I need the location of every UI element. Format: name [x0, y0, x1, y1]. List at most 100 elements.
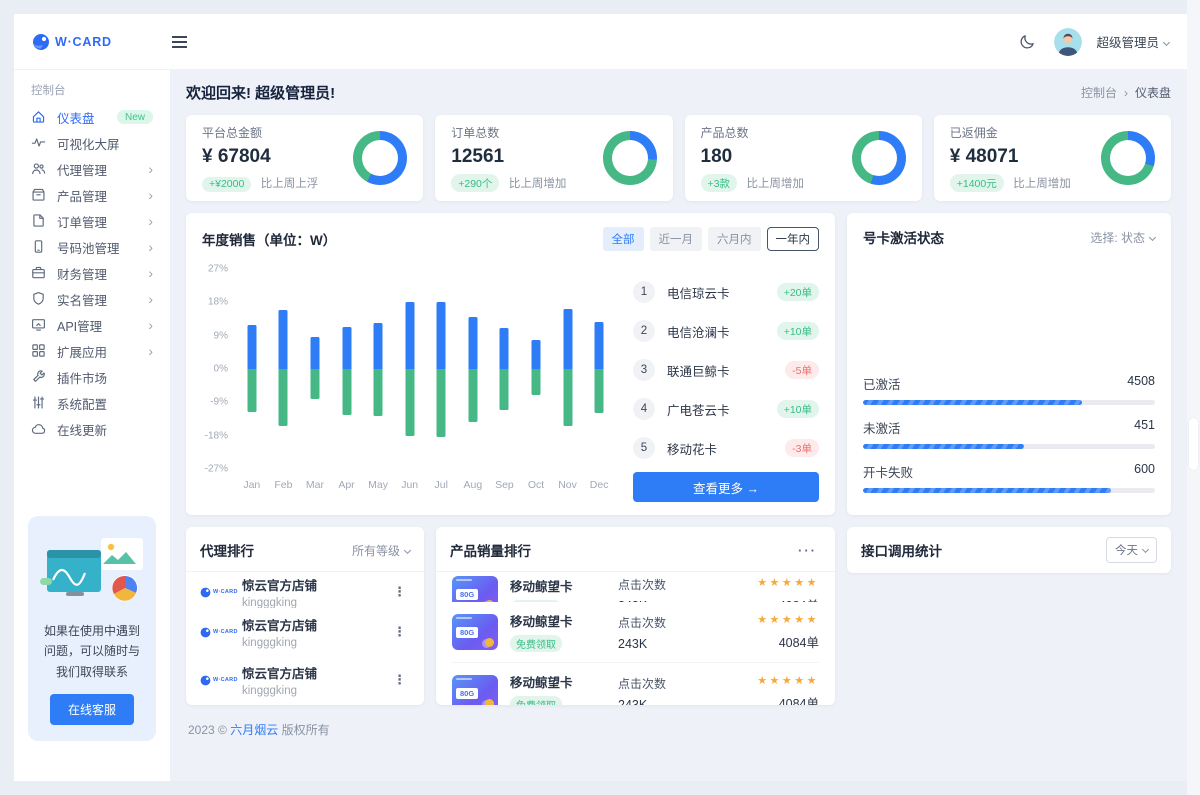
agent-level-dropdown[interactable]: 所有等级 [352, 542, 410, 559]
stat-title: 订单总数 [451, 124, 566, 141]
progress-bar [863, 488, 1155, 493]
status-filter-dropdown[interactable]: 选择: 状态 [1090, 229, 1155, 246]
users-icon [31, 161, 47, 177]
stat-description: 比上周增加 [1013, 178, 1071, 190]
agent-logo-icon [200, 675, 211, 686]
bar-group-May [362, 269, 394, 469]
breadcrumb-item-console[interactable]: 控制台 [1081, 86, 1117, 100]
range-tab[interactable]: 全部 [603, 227, 644, 251]
product-sales-card: 产品销量排行 ··· 80G 移动鲸望卡 免费领取 点击次数 [436, 527, 835, 705]
sidebar-item[interactable]: API管理 › [18, 312, 166, 338]
agent-logo-text: W·CARD [213, 589, 238, 595]
api-range-dropdown[interactable]: 今天 [1106, 537, 1157, 563]
stat-title: 平台总金额 [202, 124, 318, 141]
product-free-badge: 免费领取 [510, 696, 562, 705]
stat-value: 180 [701, 146, 804, 168]
home-icon [31, 109, 47, 125]
sidebar-item[interactable]: 仪表盘 New [18, 104, 166, 130]
stat-description: 比上周上浮 [261, 178, 319, 190]
online-support-button[interactable]: 在线客服 [50, 694, 134, 725]
chevron-right-icon: › [148, 240, 153, 254]
trend-badge: +10单 [777, 400, 819, 418]
rank-card-name: 电信沧澜卡 [667, 322, 777, 341]
activation-label: 已激活 [863, 374, 901, 393]
sidebar-item[interactable]: 系统配置 [18, 390, 166, 416]
bar-group-Apr [331, 269, 363, 469]
file-icon [31, 213, 47, 229]
stat-title: 已返佣金 [950, 124, 1071, 141]
ellipsis-icon[interactable]: ··· [794, 543, 821, 558]
bar-group-Aug [457, 269, 489, 469]
sidebar-item[interactable]: 号码池管理 › [18, 234, 166, 260]
sidebar-item[interactable]: 插件市场 [18, 364, 166, 390]
chevron-down-icon [1142, 546, 1149, 553]
agent-ranking-title: 代理排行 [200, 540, 254, 560]
more-options-icon[interactable]: ⋮ [389, 672, 410, 688]
activation-label: 开卡失败 [863, 462, 913, 481]
activation-value: 4508 [1127, 374, 1155, 393]
new-badge: New [117, 110, 153, 124]
stat-description: 比上周增加 [509, 178, 567, 190]
more-options-icon[interactable]: ⋮ [389, 624, 410, 640]
progress-bar [863, 444, 1155, 449]
sidebar-item[interactable]: 扩展应用 › [18, 338, 166, 364]
clicks-value: 243K [618, 599, 727, 602]
sidebar: 控制台 仪表盘 New 可视化大屏 代理管理 › [14, 70, 170, 781]
user-menu[interactable]: 超级管理员 [1096, 32, 1169, 51]
range-tab[interactable]: 一年内 [767, 227, 820, 251]
sidebar-item-label: 代理管理 [57, 160, 148, 179]
product-thumbnail: 80G [452, 614, 498, 650]
bar-group-Sep [489, 269, 521, 469]
stats-row: 平台总金额 ¥ 67804 +¥2000 比上周上浮 订单总数 12561 +2… [186, 115, 1171, 201]
sidebar-nav: 仪表盘 New 可视化大屏 代理管理 › 产品管理 [14, 104, 170, 442]
app-frame: W·CARD 超级管理员 控制台 [0, 0, 1200, 795]
sidebar-item[interactable]: 代理管理 › [18, 156, 166, 182]
sidebar-item-label: 财务管理 [57, 264, 148, 283]
sidebar-item[interactable]: 财务管理 › [18, 260, 166, 286]
bar-group-Oct [520, 269, 552, 469]
stat-description: 比上周增加 [746, 178, 804, 190]
sidebar-item-label: 号码池管理 [57, 238, 148, 257]
chart-plot-area [236, 269, 615, 469]
moon-icon [1019, 33, 1036, 50]
product-name: 移动鲸望卡 [510, 611, 618, 630]
scrollbar-thumb[interactable] [1189, 418, 1198, 470]
product-name: 移动鲸望卡 [510, 672, 618, 691]
agent-logo-icon [200, 587, 211, 598]
user-avatar[interactable] [1054, 28, 1082, 56]
product-free-badge: 免费领取 [510, 600, 562, 602]
stat-value: 12561 [451, 146, 566, 168]
sidebar-item[interactable]: 可视化大屏 [18, 130, 166, 156]
sidebar-item[interactable]: 在线更新 [18, 416, 166, 442]
stat-title: 产品总数 [701, 124, 804, 141]
box-icon [31, 187, 47, 203]
more-options-icon[interactable]: ⋮ [389, 584, 410, 600]
range-tab[interactable]: 近一月 [650, 227, 703, 251]
agent-logo: W·CARD [200, 627, 242, 638]
sidebar-item-label: 实名管理 [57, 290, 148, 309]
card-rank-item: 2 电信沧澜卡 +10单 [633, 316, 819, 346]
support-illustration [38, 534, 150, 606]
annual-sales-bar-chart: 27%18%9%0%-9%-18%-27% JanFebMarAprMayJun… [202, 269, 615, 502]
rank-number: 2 [633, 320, 655, 342]
sidebar-item[interactable]: 订单管理 › [18, 208, 166, 234]
activation-row: 已激活 4508 [863, 374, 1155, 405]
footer-copyright: 版权所有 [282, 723, 330, 737]
view-more-button[interactable]: 查看更多 → [633, 472, 819, 502]
stat-value: ¥ 67804 [202, 146, 318, 168]
hamburger-icon[interactable] [172, 41, 187, 43]
activation-row: 开卡失败 600 [863, 462, 1155, 493]
brand-logo[interactable]: W·CARD [32, 33, 162, 51]
sidebar-item[interactable]: 产品管理 › [18, 182, 166, 208]
footer-brand-link[interactable]: 六月烟云 [230, 723, 278, 737]
chevron-right-icon: › [148, 292, 153, 306]
sidebar-item[interactable]: 实名管理 › [18, 286, 166, 312]
status-filter-label: 选择: 状态 [1090, 231, 1145, 245]
agent-list: W·CARD 惊云官方店铺 kingggking ⋮ [186, 572, 424, 704]
phone-icon [31, 239, 47, 255]
scrollbar-track[interactable] [1187, 0, 1200, 795]
dark-mode-toggle[interactable] [1014, 29, 1040, 55]
card-rank-item: 5 移动花卡 -3单 [633, 433, 819, 463]
sidebar-item-label: 系统配置 [57, 394, 153, 413]
range-tab[interactable]: 六月内 [708, 227, 761, 251]
